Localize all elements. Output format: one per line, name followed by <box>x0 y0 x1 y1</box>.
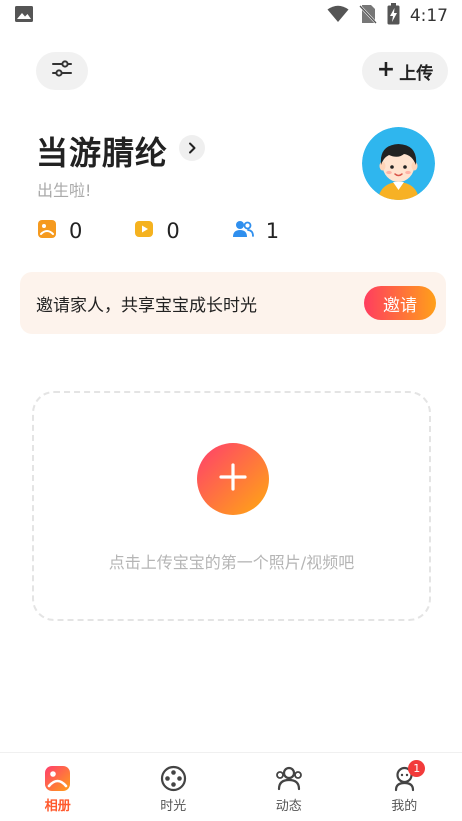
wifi-icon <box>327 5 349 27</box>
status-time: 4:17 <box>409 6 448 26</box>
photo-count-stat[interactable]: 0 <box>37 219 82 243</box>
invite-banner: 邀请家人，共享宝宝成长时光 邀请 <box>20 272 446 334</box>
member-count-stat[interactable]: 1 <box>232 219 279 243</box>
invite-button[interactable]: 邀请 <box>364 286 436 320</box>
member-count: 1 <box>265 219 280 243</box>
battery-charging-icon <box>387 3 400 29</box>
nav-feed-label: 动态 <box>275 799 302 814</box>
nav-album-label: 相册 <box>44 799 71 814</box>
add-media-button[interactable] <box>197 443 269 515</box>
video-count: 0 <box>166 219 180 243</box>
video-icon <box>134 219 154 243</box>
plus-icon <box>218 462 248 496</box>
baby-name[interactable]: 当游腈纶 <box>36 128 168 174</box>
media-stats: 0 0 1 <box>37 217 279 245</box>
no-sim-icon <box>358 4 377 28</box>
people-icon <box>275 764 303 792</box>
image-notification-icon <box>14 4 34 28</box>
status-bar: 4:17 <box>0 0 462 32</box>
nav-moments-label: 时光 <box>160 799 187 814</box>
chevron-right-icon[interactable] <box>179 135 205 161</box>
upload-hint: 点击上传宝宝的第一个照片/视频吧 <box>108 553 355 572</box>
upload-button[interactable]: + 上传 <box>362 52 448 90</box>
nav-feed[interactable]: 动态 <box>231 753 347 821</box>
birth-status: 出生啦! <box>37 181 92 200</box>
sliders-icon <box>51 59 73 83</box>
album-icon <box>44 764 72 792</box>
family-members-icon <box>232 219 254 243</box>
profile-icon: 1 <box>390 760 426 792</box>
notification-badge: 1 <box>408 760 426 777</box>
nav-album[interactable]: 相册 <box>0 753 116 821</box>
plus-icon: + <box>376 57 396 82</box>
nav-me[interactable]: 1 我的 <box>347 753 462 821</box>
video-count-stat[interactable]: 0 <box>134 219 180 243</box>
child-avatar-icon[interactable] <box>362 127 435 200</box>
upload-label: 上传 <box>399 63 434 84</box>
photo-count: 0 <box>69 219 83 243</box>
app-screen: 4:17 + 上传 当游腈纶 出生啦! 0 0 1 邀请家人，共享宝宝成长时光 … <box>0 0 462 821</box>
bottom-nav: 相册 时光 动态 1 我的 <box>0 752 462 821</box>
photo-icon <box>37 219 57 243</box>
invite-text: 邀请家人，共享宝宝成长时光 <box>36 295 257 316</box>
film-reel-icon <box>159 764 187 792</box>
empty-upload-area[interactable]: 点击上传宝宝的第一个照片/视频吧 <box>32 391 431 621</box>
nav-moments[interactable]: 时光 <box>116 753 232 821</box>
filter-button[interactable] <box>36 52 88 90</box>
nav-me-label: 我的 <box>391 799 418 814</box>
